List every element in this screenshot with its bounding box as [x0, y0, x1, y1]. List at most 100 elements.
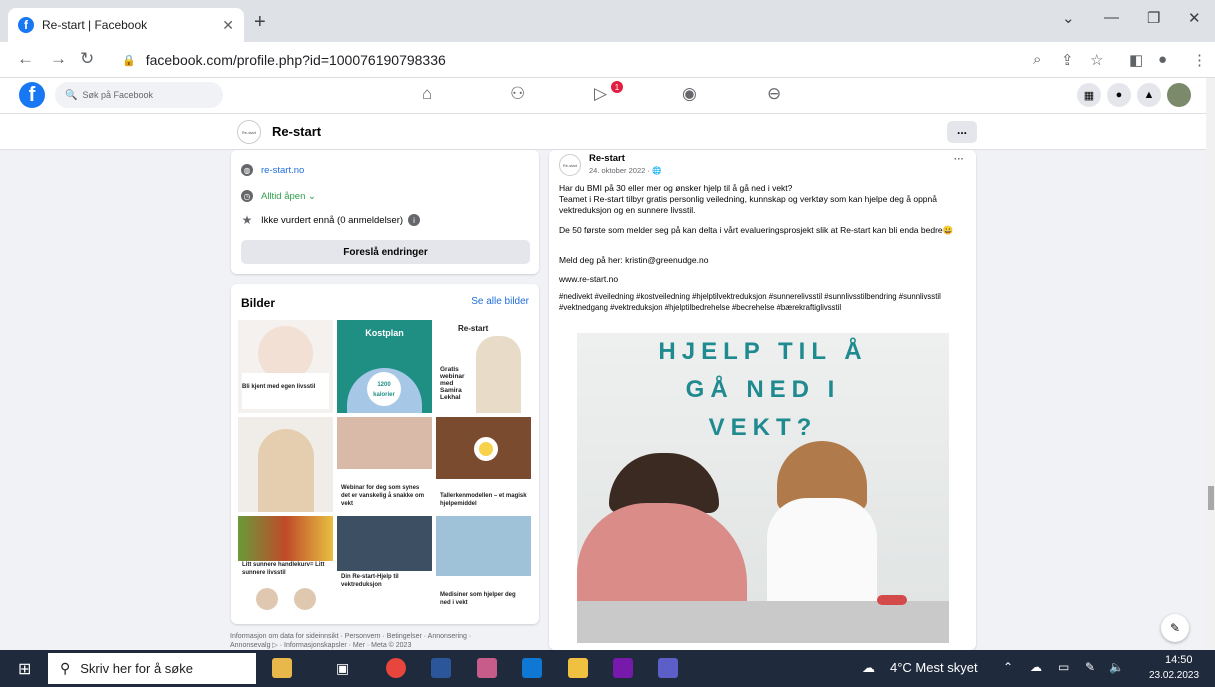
paint-icon[interactable] — [477, 658, 497, 678]
info-icon[interactable]: i — [408, 214, 421, 226]
share-icon[interactable]: ⇪ — [1061, 51, 1074, 69]
search-placeholder: Søk på Facebook — [82, 90, 153, 100]
page-scrollbar[interactable] — [1206, 78, 1215, 650]
windows-start-icon[interactable]: ⊞ — [18, 659, 31, 679]
lock-icon: 🔒 — [122, 54, 136, 67]
page-more-button[interactable]: ... — [947, 121, 977, 143]
profile-icon[interactable]: ● — [1158, 51, 1167, 68]
photo-5[interactable]: Webinar for deg som synes det er vanskel… — [337, 417, 432, 512]
facebook-header: f 🔍 Søk på Facebook ⌂ ⚇ ▷ 1 ◉ ⊖ ▦ ● ▲ — [0, 78, 1206, 114]
hours-row: ◷ Alltid åpen ⌄ — [241, 190, 316, 202]
word-icon[interactable] — [431, 658, 451, 678]
post-menu-icon[interactable]: ··· — [954, 154, 964, 165]
menu-grid-icon[interactable]: ▦ — [1077, 83, 1101, 107]
friends-icon[interactable]: ⚇ — [510, 84, 525, 104]
home-icon[interactable]: ⌂ — [422, 84, 432, 104]
about-card: ◍ re-start.no ◷ Alltid åpen ⌄ ★ Ikke vur… — [231, 150, 539, 274]
forward-icon[interactable]: → — [50, 49, 67, 69]
facebook-favicon-icon: f — [18, 17, 34, 33]
network-icon[interactable]: ▭ — [1058, 660, 1069, 674]
post-paragraph-4: Meld deg på her: kristin@greenudge.no — [559, 255, 709, 265]
weather-text[interactable]: 4°C Mest skyet — [890, 660, 978, 675]
onedrive-icon[interactable]: ☁ — [1030, 660, 1042, 674]
photo-2[interactable]: Kostplan 1200 kalorier — [337, 320, 432, 413]
compose-message-icon[interactable]: ✎ — [1161, 614, 1189, 642]
footer-line-1[interactable]: Informasjon om data for sideinnsikt · Pe… — [230, 632, 540, 641]
teams-icon[interactable] — [658, 658, 678, 678]
photo-8[interactable]: Din Re-start-Hjelp til vektreduksjon — [337, 516, 432, 611]
tab-title: Re-start | Facebook — [42, 18, 148, 32]
tab-search-icon[interactable]: ⌄ — [1062, 9, 1075, 27]
page-name[interactable]: Re-start — [272, 124, 321, 139]
footer-line-2[interactable]: Annonsevalg ▷ · Informasjonskapsler · Me… — [230, 641, 540, 650]
menu-kebab-icon[interactable]: ⋮ — [1192, 51, 1207, 69]
taskbar-search-placeholder: Skriv her for å søke — [80, 661, 193, 676]
post-paragraph-3: De 50 første som melder seg på kan delta… — [559, 225, 954, 235]
close-window-button[interactable]: ✕ — [1188, 9, 1201, 27]
post-author-avatar[interactable]: Re-start — [559, 154, 581, 176]
file-explorer-icon[interactable] — [568, 658, 588, 678]
photo-9[interactable]: Medisiner som hjelper deg ned i vekt — [436, 516, 531, 611]
kostplan-plate: 1200 kalorier — [367, 372, 401, 406]
pen-icon[interactable]: ✎ — [1085, 660, 1095, 674]
clock-icon: ◷ — [241, 190, 253, 202]
watch-icon[interactable]: ▷ — [594, 84, 607, 104]
facebook-logo-icon[interactable]: f — [19, 82, 45, 108]
zoom-icon[interactable]: ⌕ — [1033, 51, 1041, 68]
image-headline-line-2: GÅ NED I — [685, 376, 841, 403]
kostplan-title: Kostplan — [365, 328, 404, 338]
photo-1[interactable]: Bli kjent med egen livsstil — [238, 320, 333, 413]
page-mini-logo[interactable]: Re-start — [237, 120, 261, 144]
onenote-icon[interactable] — [613, 658, 633, 678]
image-headline-line-3: VEKT? — [708, 414, 818, 441]
restart-logo-text: Re-start — [458, 324, 489, 333]
bookmark-star-icon[interactable]: ☆ — [1090, 51, 1103, 69]
task-view-icon[interactable]: ▣ — [336, 660, 349, 677]
volume-icon[interactable]: 🔈 — [1109, 660, 1124, 674]
restore-button[interactable]: ❐ — [1147, 9, 1160, 27]
photo-4[interactable] — [238, 417, 333, 512]
photos-title: Bilder — [241, 296, 276, 310]
taskbar-search-input[interactable]: ⚲ Skriv her for å søke — [48, 653, 256, 684]
browser-toolbar: ← → ↻ 🔒 facebook.com/profile.php?id=1000… — [0, 42, 1215, 78]
see-all-photos-link[interactable]: Se alle bilder — [471, 296, 529, 307]
chrome-icon[interactable] — [386, 658, 406, 678]
photo-6[interactable]: Tallerkenmodellen – et magisk hjelpemidd… — [436, 417, 531, 512]
minimize-button[interactable]: — — [1104, 9, 1119, 26]
reload-icon[interactable]: ↻ — [80, 49, 94, 69]
close-tab-icon[interactable]: ✕ — [222, 17, 234, 34]
new-tab-button[interactable]: + — [254, 11, 266, 34]
suggest-edits-button[interactable]: Foreslå endringer — [241, 240, 530, 264]
groups-icon[interactable]: ◉ — [682, 84, 697, 104]
messenger-icon[interactable]: ● — [1107, 83, 1131, 107]
photo-7[interactable]: Litt sunnere handlekurv= Litt sunnere li… — [238, 516, 333, 611]
post-website-link[interactable]: www.re-start.no — [559, 274, 964, 285]
tray-overflow-icon[interactable]: ⌃ — [1003, 660, 1013, 674]
photo-3[interactable]: Re-start Gratis webinar med Samira Lekha… — [436, 320, 531, 413]
avatar[interactable] — [1167, 83, 1191, 107]
post-image[interactable]: HJELP TIL Å GÅ NED I VEKT? — [577, 333, 949, 643]
post-hashtags[interactable]: #nedivekt #veiledning #kostveiledning #h… — [559, 292, 964, 313]
gaming-icon[interactable]: ⊖ — [767, 84, 781, 104]
browser-tab[interactable]: f Re-start | Facebook ✕ — [8, 8, 244, 42]
photo-caption: Litt sunnere handlekurv= Litt sunnere li… — [242, 562, 325, 576]
address-bar[interactable]: 🔒 facebook.com/profile.php?id=1000761907… — [108, 47, 1028, 73]
back-icon[interactable]: ← — [17, 49, 34, 69]
website-link[interactable]: re-start.no — [261, 165, 304, 176]
side-panel-icon[interactable]: ◧ — [1129, 51, 1143, 69]
photos-card: Bilder Se alle bilder Bli kjent med egen… — [231, 284, 539, 624]
post-author[interactable]: Re-start — [589, 153, 625, 164]
facebook-search-input[interactable]: 🔍 Søk på Facebook — [55, 82, 223, 108]
clock-date[interactable]: 23.02.2023 — [1149, 670, 1199, 681]
search-icon: 🔍 — [65, 89, 78, 101]
outlook-icon[interactable] — [522, 658, 542, 678]
globe-icon: ◍ — [241, 164, 253, 176]
photo-caption: Din Re-start-Hjelp til vektreduksjon — [341, 574, 399, 588]
clock-time[interactable]: 14:50 — [1165, 654, 1193, 666]
notifications-bell-icon[interactable]: ▲ — [1137, 83, 1161, 107]
hours-text[interactable]: Alltid åpen ⌄ — [261, 191, 316, 202]
rating-text: Ikke vurdert ennå (0 anmeldelser) — [261, 214, 404, 226]
widget-icon[interactable] — [272, 658, 292, 678]
post-date[interactable]: 24. oktober 2022 · 🌐 — [589, 166, 661, 175]
scrollbar-thumb[interactable] — [1208, 486, 1214, 510]
